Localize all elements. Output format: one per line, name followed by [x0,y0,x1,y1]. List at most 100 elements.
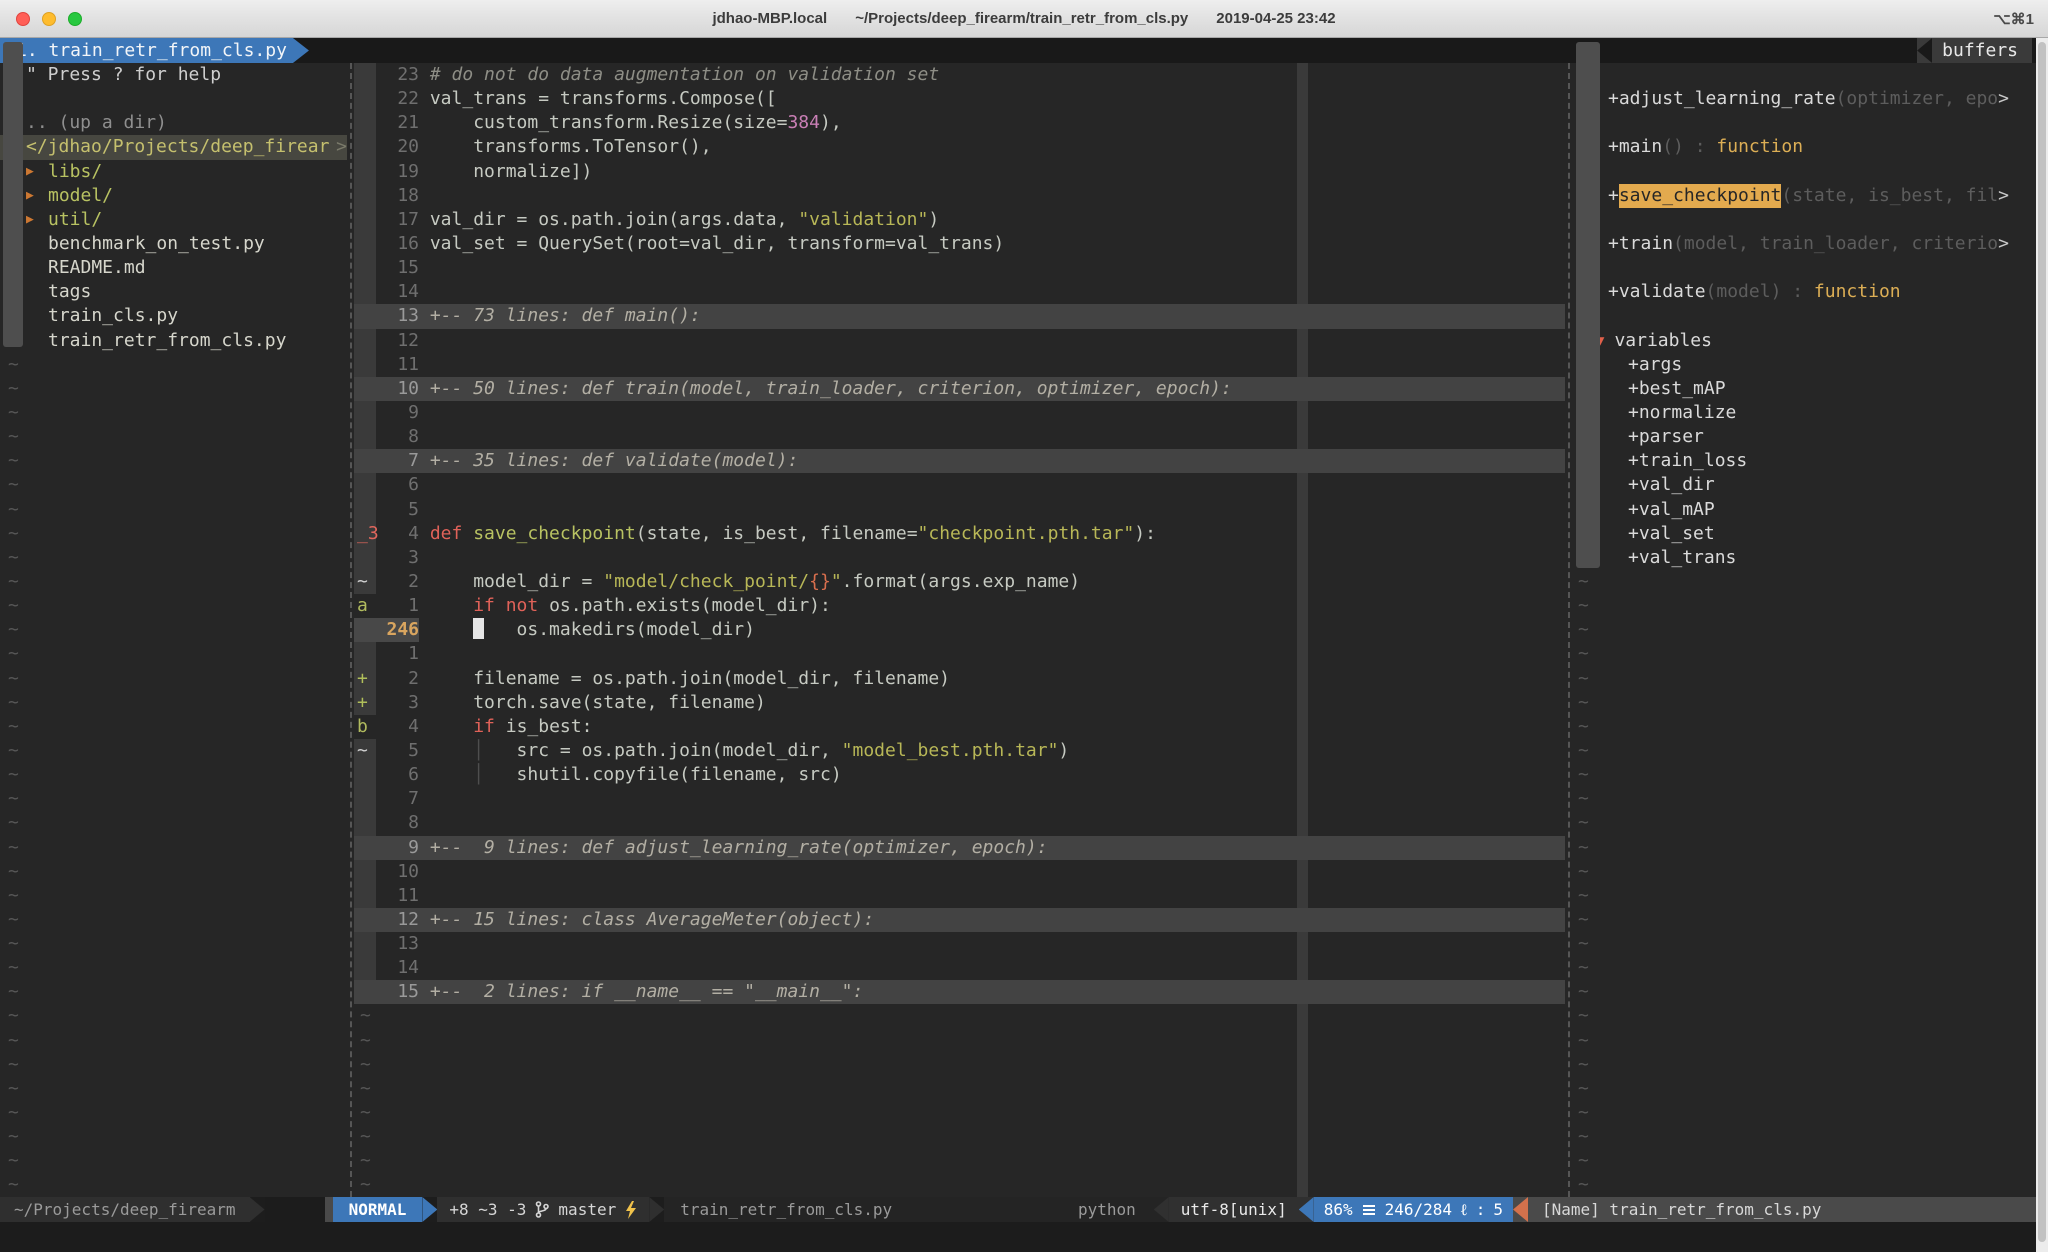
tag-entry-variable[interactable]: +normalize [1572,401,2036,425]
tab-train-retr-from-cls[interactable]: 1. train_retr_from_cls.py [0,38,293,63]
code-line[interactable]: 1 [354,642,1565,666]
empty-line-tilde: ~ [0,594,347,618]
tree-item-file[interactable]: benchmark_on_test.py [0,232,347,256]
code-line[interactable]: 15 [354,256,1565,280]
folder-arrow-icon[interactable]: ▶ [26,208,48,232]
empty-line-tilde: ~ [1572,811,2036,835]
tag-entry-variable[interactable]: +train_loss [1572,449,2036,473]
code-line[interactable]: 14 [354,956,1565,980]
tree-item-file[interactable]: README.md [0,256,347,280]
code-line[interactable]: 11 [354,353,1565,377]
tree-item[interactable]: </jdhao/Projects/deep_firear> [0,135,347,159]
tagbar-kind-header[interactable]: ▼variables [1572,329,2036,353]
code-line[interactable]: 14 [354,280,1565,304]
code-line[interactable]: 19 normalize]) [354,160,1565,184]
empty-line-tilde: ~ [1572,836,2036,860]
empty-line-tilde: ~ [0,1053,347,1077]
empty-line-tilde: ~ [1572,1173,2036,1197]
nerdtree-scrollbar[interactable] [3,42,23,347]
macos-scrollbar-thumb[interactable] [2038,42,2046,1242]
folded-code-line[interactable]: 7+-- 35 lines: def validate(model): [354,449,1565,473]
statusbar-filename: train_retr_from_cls.py [680,1200,892,1219]
code-line[interactable]: ~5 │ src = os.path.join(model_dir, "mode… [354,739,1565,763]
code-line[interactable]: b4 if is_best: [354,715,1565,739]
code-line[interactable]: +3 torch.save(state, filename) [354,691,1565,715]
empty-line-tilde: ~ [1572,739,2036,763]
tree-item-file[interactable]: tags [0,280,347,304]
code-line[interactable]: 9 [354,401,1565,425]
empty-line-tilde: ~ [354,1029,1565,1053]
code-line[interactable]: 16val_set = QuerySet(root=val_dir, trans… [354,232,1565,256]
tag-entry-function[interactable]: +adjust_learning_rate(optimizer, epo> [1572,87,2036,111]
titlebar-host: jdhao-MBP.local [712,10,827,27]
code-line[interactable]: 22val_trans = transforms.Compose([ [354,87,1565,111]
close-button[interactable] [16,12,30,26]
tagbar-scrollbar[interactable] [1576,42,1600,568]
code-line[interactable]: +2 filename = os.path.join(model_dir, fi… [354,667,1565,691]
tag-entry-variable[interactable]: +val_dir [1572,473,2036,497]
tag-entry-variable[interactable]: +val_trans [1572,546,2036,570]
tree-item-file[interactable]: train_cls.py [0,304,347,328]
code-line[interactable]: 18 [354,184,1565,208]
empty-line-tilde: ~ [354,1173,1565,1197]
tag-entry-function[interactable]: +save_checkpoint(state, is_best, fil> [1572,184,2036,208]
code-line[interactable]: 8 [354,425,1565,449]
tree-item[interactable] [0,87,347,111]
code-line[interactable]: 3 [354,546,1565,570]
folder-arrow-icon[interactable]: ▶ [26,160,48,184]
empty-line-tilde: ~ [1572,594,2036,618]
code-line[interactable]: 10 [354,860,1565,884]
code-line[interactable]: 13 [354,932,1565,956]
tag-entry-function[interactable]: +validate(model) : function [1572,280,2036,304]
code-line[interactable]: 20 transforms.ToTensor(), [354,135,1565,159]
code-line[interactable]: 12 [354,329,1565,353]
folded-code-line[interactable]: 13+-- 73 lines: def main(): [354,304,1565,328]
code-line[interactable]: 23# do not do data augmentation on valid… [354,63,1565,87]
code-line[interactable]: 8 [354,811,1565,835]
tag-entry-variable[interactable]: +best_mAP [1572,377,2036,401]
code-line[interactable]: 11 [354,884,1565,908]
code-line[interactable]: 6 │ shutil.copyfile(filename, src) [354,763,1565,787]
tree-item[interactable]: .. (up a dir) [0,111,347,135]
tree-item-directory[interactable]: ▶model/ [0,184,347,208]
code-line[interactable]: a1 if not os.path.exists(model_dir): [354,594,1565,618]
tree-item[interactable]: " Press ? for help [0,63,347,87]
titlebar[interactable]: jdhao-MBP.local ~/Projects/deep_firearm/… [0,0,2048,38]
minimize-button[interactable] [42,12,56,26]
tag-entry-variable[interactable]: +parser [1572,425,2036,449]
statusbar-cwd: ~/Projects/deep_firearm [14,1200,236,1219]
empty-line-tilde: ~ [0,836,347,860]
tag-entry-variable[interactable]: +args [1572,353,2036,377]
main-area: " Press ? for help .. (up a dir)</jdhao/P… [0,63,2048,1197]
tree-item-directory[interactable]: ▶libs/ [0,160,347,184]
tag-entry-function[interactable]: +main() : function [1572,135,2036,159]
window-separator-left[interactable] [347,63,354,1197]
folded-code-line[interactable]: 15+-- 2 lines: if __name__ == "__main__"… [354,980,1565,1004]
code-line[interactable]: 17val_dir = os.path.join(args.data, "val… [354,208,1565,232]
code-line[interactable]: _34def save_checkpoint(state, is_best, f… [354,522,1565,546]
window-separator-right[interactable] [1565,63,1572,1197]
code-line[interactable]: 7 [354,787,1565,811]
tree-item-file[interactable]: train_retr_from_cls.py [0,329,347,353]
tree-item-directory[interactable]: ▶util/ [0,208,347,232]
code-line[interactable]: 6 [354,473,1565,497]
empty-line-tilde: ~ [0,353,347,377]
folded-code-line[interactable]: 10+-- 50 lines: def train(model, train_l… [354,377,1565,401]
cursor-column: 5 [1493,1200,1503,1219]
empty-line-tilde: ~ [0,401,347,425]
zoom-button[interactable] [68,12,82,26]
code-line[interactable]: ~2 model_dir = "model/check_point/{}".fo… [354,570,1565,594]
folded-code-line[interactable]: 9+-- 9 lines: def adjust_learning_rate(o… [354,836,1565,860]
tag-entry-variable[interactable]: +val_mAP [1572,498,2036,522]
command-line[interactable] [0,1222,2048,1252]
tag-entry-variable[interactable]: +val_set [1572,522,2036,546]
macos-scrollbar-track [2036,38,2048,1252]
code-line[interactable]: 246 os.makedirs(model_dir) [354,618,1565,642]
code-line[interactable]: 21 custom_transform.Resize(size=384), [354,111,1565,135]
code-line[interactable]: 5 [354,498,1565,522]
folded-code-line[interactable]: 12+-- 15 lines: class AverageMeter(objec… [354,908,1565,932]
buffers-chip[interactable]: buffers [1917,38,2032,63]
empty-line-tilde: ~ [354,1004,1565,1028]
tag-entry-function[interactable]: +train(model, train_loader, criterio> [1572,232,2036,256]
folder-arrow-icon[interactable]: ▶ [26,184,48,208]
